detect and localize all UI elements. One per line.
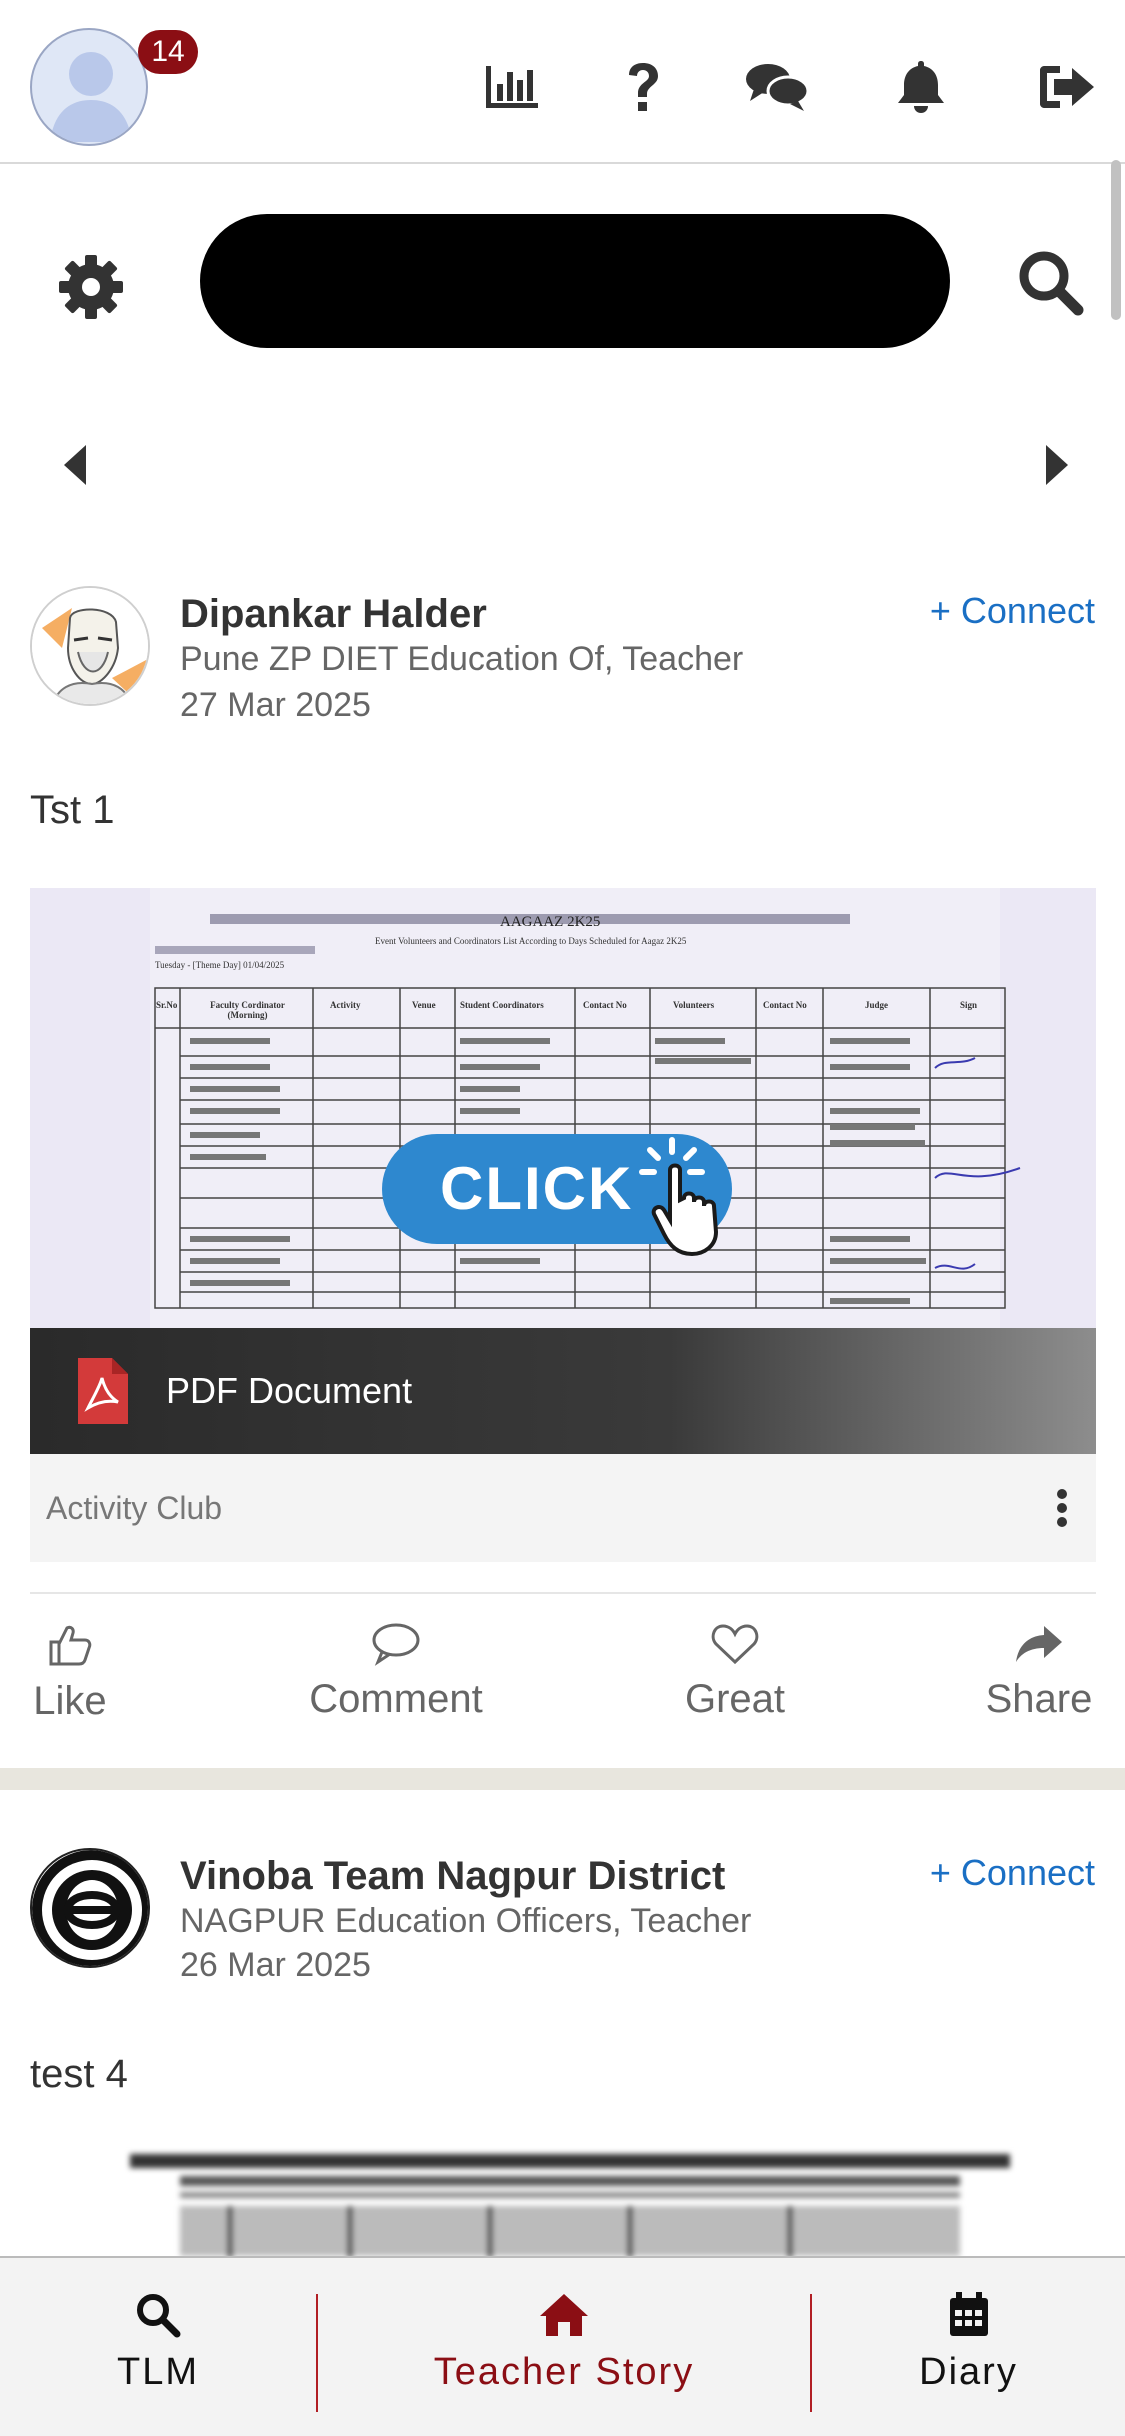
connect-button[interactable]: + Connect — [930, 1852, 1095, 1894]
doc-header-cell: Contact No — [583, 1000, 627, 1010]
gear-icon[interactable] — [56, 252, 126, 322]
carousel-prev-icon[interactable] — [56, 440, 96, 490]
comment-bubble-icon — [372, 1623, 420, 1666]
doc-header-cell: Volunteers — [673, 1000, 715, 1010]
profile-avatar[interactable] — [30, 28, 148, 146]
click-overlay-label: CLICK — [440, 1155, 634, 1222]
document-table-headers: Sr.No Faculty Cordinator (Morning) Activ… — [30, 888, 1096, 1328]
post-date: 27 Mar 2025 — [180, 686, 371, 724]
author-organization: Pune ZP DIET Education Of, Teacher — [180, 640, 744, 678]
share-arrow-icon — [1016, 1626, 1062, 1662]
category-label[interactable]: Activity Club — [46, 1490, 222, 1527]
author-avatar[interactable] — [30, 1848, 150, 1968]
help-question-icon[interactable] — [608, 52, 678, 122]
author-portrait-image — [32, 588, 148, 704]
doc-header-cell: Venue — [412, 1000, 436, 1010]
vinoba-logo-icon — [32, 1850, 148, 1966]
click-overlay-button[interactable]: CLICK — [382, 1134, 732, 1257]
doc-header-cell: Faculty Cordinator (Morning) — [210, 1000, 285, 1020]
thumbs-up-icon — [49, 1625, 92, 1666]
doc-header-cell: Sign — [960, 1000, 978, 1010]
pointer-hand-icon — [639, 1137, 719, 1257]
document-preview[interactable]: AAGAAZ 2K25 Event Volunteers and Coordin… — [30, 888, 1096, 1328]
share-button[interactable]: Share — [982, 1622, 1096, 1722]
user-silhouette-icon — [50, 52, 132, 142]
divider — [30, 1592, 1096, 1594]
calendar-icon — [949, 2292, 988, 2336]
app-screen: 14 Dipankar Halder Pune ZP DIET Educatio… — [0, 0, 1125, 2436]
bell-icon[interactable] — [886, 52, 956, 122]
top-header: 14 — [0, 0, 1125, 164]
bottom-navigation: TLM Teacher Story Diary — [0, 2256, 1125, 2436]
nav-tab-teacher-story[interactable]: Teacher Story — [318, 2258, 810, 2436]
logout-icon[interactable] — [1032, 52, 1102, 122]
document-type-label: PDF Document — [166, 1370, 413, 1411]
great-label: Great — [684, 1677, 786, 1721]
doc-header-cell: Activity — [330, 1000, 361, 1010]
more-options-icon[interactable] — [1056, 1488, 1068, 1528]
nav-tab-label: Teacher Story — [433, 2351, 695, 2393]
great-button[interactable]: Great — [678, 1622, 792, 1722]
doc-header-cell: Student Coordinators — [460, 1000, 544, 1010]
author-name[interactable]: Dipankar Halder — [180, 592, 487, 637]
stats-chart-icon[interactable] — [476, 52, 546, 122]
post-separator — [0, 1768, 1125, 1790]
connect-button[interactable]: + Connect — [930, 590, 1095, 632]
share-label: Share — [985, 1677, 1093, 1721]
nav-tab-tlm[interactable]: TLM — [0, 2258, 316, 2436]
doc-header-cell: Contact No — [763, 1000, 807, 1010]
doc-header-cell: Judge — [865, 1000, 889, 1010]
scrollbar[interactable] — [1111, 160, 1121, 320]
author-name[interactable]: Vinoba Team Nagpur District — [180, 1854, 725, 1899]
comment-label: Comment — [309, 1677, 483, 1721]
nav-tab-label: TLM — [117, 2351, 199, 2393]
search-icon — [137, 2294, 181, 2338]
like-label: Like — [33, 1679, 107, 1723]
comment-button[interactable]: Comment — [298, 1622, 494, 1722]
search-bar[interactable] — [200, 214, 950, 348]
pdf-document-bar[interactable]: PDF Document — [30, 1328, 1096, 1454]
nav-tab-diary[interactable]: Diary — [812, 2258, 1125, 2436]
nav-tab-label: Diary — [919, 2351, 1018, 2393]
post-date: 26 Mar 2025 — [180, 1946, 371, 1984]
post-text: test 4 — [30, 2052, 128, 2096]
pdf-file-icon — [78, 1358, 128, 1424]
notification-count-badge: 14 — [138, 30, 198, 74]
document-preview[interactable] — [30, 2148, 1096, 2258]
home-icon — [540, 2294, 588, 2336]
author-avatar[interactable] — [30, 586, 150, 706]
chat-icon[interactable] — [742, 52, 812, 122]
heart-icon — [711, 1624, 759, 1665]
doc-header-cell: Sr.No — [156, 1000, 178, 1010]
carousel-next-icon[interactable] — [1036, 440, 1076, 490]
category-row: Activity Club — [30, 1454, 1096, 1562]
author-organization: NAGPUR Education Officers, Teacher — [180, 1902, 752, 1940]
like-button[interactable]: Like — [30, 1622, 110, 1724]
search-icon[interactable] — [1016, 248, 1086, 318]
post-text: Tst 1 — [30, 788, 115, 832]
